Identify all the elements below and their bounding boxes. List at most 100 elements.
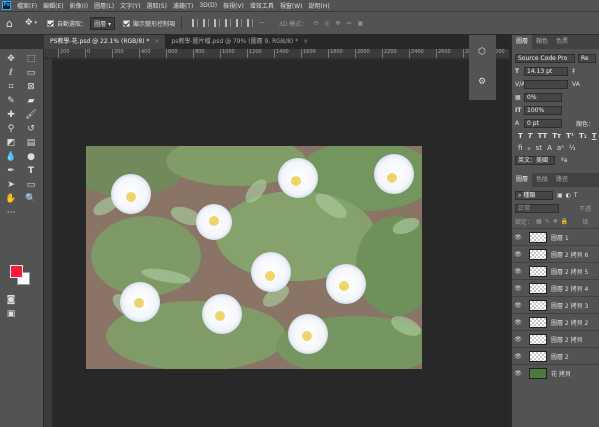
- all-caps-icon[interactable]: TT: [538, 132, 548, 140]
- font-family-field[interactable]: Source Code Pro: [515, 54, 575, 63]
- zoom-tool-icon[interactable]: 🔍: [24, 192, 38, 206]
- layer-row[interactable]: 👁 圖層 2 拷貝 6: [512, 245, 599, 262]
- small-caps-icon[interactable]: Tт: [552, 132, 561, 140]
- tab-layers[interactable]: 圖層: [512, 173, 533, 187]
- crop-tool-icon[interactable]: ⌗: [4, 80, 18, 94]
- document-canvas[interactable]: [86, 146, 422, 369]
- lasso-tool-icon[interactable]: ℓ: [4, 66, 18, 80]
- align-center-icon[interactable]: [203, 19, 210, 27]
- font-size-field[interactable]: 14.13 pt: [524, 67, 568, 76]
- tab-channels[interactable]: 色版: [532, 173, 552, 187]
- menu-layer[interactable]: 圖層(L): [91, 1, 117, 10]
- 3d-orbit-icon[interactable]: ⟲: [313, 20, 318, 27]
- superscript-icon[interactable]: T¹: [566, 132, 574, 140]
- history-brush-icon[interactable]: ↺: [24, 122, 38, 136]
- tab-color[interactable]: 顏色: [532, 35, 552, 49]
- visibility-eye-icon[interactable]: 👁: [512, 268, 524, 275]
- auto-select-dropdown[interactable]: 圖層 ▾: [90, 16, 115, 30]
- home-icon[interactable]: ⌂: [6, 17, 13, 30]
- properties-panel-icon[interactable]: ⚙: [475, 75, 489, 89]
- brush-tool-icon[interactable]: 🖌: [24, 108, 38, 122]
- layer-row[interactable]: 👁 圖層 2 拷貝 4: [512, 279, 599, 296]
- pen-tool-icon[interactable]: ✒: [4, 164, 18, 178]
- visibility-eye-icon[interactable]: 👁: [512, 285, 524, 292]
- menu-window[interactable]: 視窗(W): [277, 1, 306, 10]
- menu-image[interactable]: 影像(I): [67, 1, 91, 10]
- artboard-tool-icon[interactable]: ⬚: [24, 52, 38, 66]
- show-transform-checkbox[interactable]: 顯示變形控制項: [123, 19, 175, 28]
- layer-row[interactable]: 👁 圖層 2 拷貝 3: [512, 296, 599, 313]
- menu-plugins[interactable]: 增效工具: [247, 1, 277, 10]
- clone-stamp-icon[interactable]: ⚲: [4, 122, 18, 136]
- filter-adjust-icon[interactable]: ◐: [566, 192, 571, 199]
- ligature-icon[interactable]: fi: [518, 144, 522, 152]
- layer-row[interactable]: 👁 圖層 2 拷貝 2: [512, 313, 599, 330]
- tab-document-image[interactable]: ps教學-圖片檔.psd @ 79% (圖層 9, RGB/8) * ×: [165, 35, 314, 49]
- filter-image-icon[interactable]: ▣: [557, 192, 563, 199]
- move-tool-icon[interactable]: ✥: [25, 18, 33, 28]
- baseline-field[interactable]: 0 pt: [524, 119, 562, 128]
- close-icon[interactable]: ×: [303, 38, 308, 45]
- blur-tool-icon[interactable]: 💧: [4, 150, 18, 164]
- healing-brush-icon[interactable]: ✚: [4, 108, 18, 122]
- visibility-eye-icon[interactable]: 👁: [512, 336, 524, 343]
- tab-paths[interactable]: 路徑: [552, 173, 572, 187]
- eraser-tool-icon[interactable]: ◩: [4, 136, 18, 150]
- lock-paint-icon[interactable]: ✎: [545, 218, 550, 225]
- kerning-field[interactable]: [524, 80, 568, 89]
- type-tool-icon[interactable]: T: [24, 164, 38, 178]
- vertical-ruler[interactable]: [44, 59, 53, 427]
- menu-edit[interactable]: 編輯(E): [40, 1, 66, 10]
- align-left-icon[interactable]: [192, 19, 199, 27]
- align-bottom-icon[interactable]: [247, 19, 254, 27]
- 3d-roll-icon[interactable]: ◎: [324, 20, 329, 27]
- font-style-field[interactable]: Re: [578, 54, 596, 63]
- visibility-eye-icon[interactable]: 👁: [512, 353, 524, 360]
- swash-icon[interactable]: ℴ: [527, 144, 530, 152]
- more-options-icon[interactable]: ···: [259, 20, 265, 27]
- subscript-icon[interactable]: T₁: [579, 132, 587, 140]
- stylistic-icon[interactable]: st: [536, 144, 542, 152]
- 3d-scale-icon[interactable]: ▣: [357, 20, 363, 27]
- faux-italic-icon[interactable]: T: [528, 132, 533, 140]
- align-top-icon[interactable]: [225, 19, 232, 27]
- titling-icon[interactable]: A: [547, 144, 552, 152]
- tracking-field[interactable]: 0%: [524, 93, 562, 102]
- rectangle-tool-icon[interactable]: ▭: [24, 178, 38, 192]
- marquee-tool-icon[interactable]: ▭: [24, 66, 38, 80]
- more-tools-icon[interactable]: ···: [4, 206, 18, 220]
- menu-help[interactable]: 說明(H): [306, 1, 333, 10]
- menu-select[interactable]: 選取(S): [143, 1, 170, 10]
- underline-icon[interactable]: T: [592, 132, 597, 140]
- dodge-tool-icon[interactable]: ●: [24, 150, 38, 164]
- quick-mask-icon[interactable]: ◙: [4, 293, 18, 307]
- visibility-eye-icon[interactable]: 👁: [512, 251, 524, 258]
- fraction-icon[interactable]: ½: [569, 144, 576, 152]
- visibility-eye-icon[interactable]: 👁: [512, 319, 524, 326]
- lock-position-icon[interactable]: ✥: [553, 218, 558, 225]
- 3d-slide-icon[interactable]: ⇔: [346, 20, 351, 27]
- eyedropper-tool-icon[interactable]: ✎: [4, 94, 18, 108]
- layer-kind-filter[interactable]: ⌕ 種類: [515, 191, 553, 200]
- layer-row[interactable]: 👁 圖層 2: [512, 347, 599, 364]
- layer-row[interactable]: 👁 圖層 1: [512, 228, 599, 245]
- tool-preset-chevron-icon[interactable]: ▾: [35, 20, 38, 26]
- 3d-pan-icon[interactable]: ✥: [335, 20, 340, 27]
- language-dropdown[interactable]: 英文：美國: [515, 156, 555, 165]
- tab-swatches[interactable]: 色票: [552, 35, 572, 49]
- layer-row[interactable]: 👁 花 拷貝: [512, 364, 599, 381]
- tab-layers-top[interactable]: 圖層: [512, 35, 533, 49]
- screen-mode-icon[interactable]: ▣: [4, 307, 18, 321]
- 3d-panel-icon[interactable]: ⬡: [475, 45, 489, 59]
- visibility-eye-icon[interactable]: 👁: [512, 370, 524, 377]
- align-right-icon[interactable]: [214, 19, 221, 27]
- scale-field[interactable]: 100%: [524, 106, 562, 115]
- layer-row[interactable]: 👁 圖層 2 拷貝: [512, 330, 599, 347]
- blend-mode-dropdown[interactable]: 正常: [515, 204, 559, 213]
- menu-view[interactable]: 檢視(V): [220, 1, 247, 10]
- move-tool-icon[interactable]: ✥: [4, 52, 18, 66]
- auto-select-checkbox[interactable]: 自動選取：: [47, 19, 87, 28]
- menu-filter[interactable]: 濾鏡(T): [170, 1, 196, 10]
- tab-document-flower[interactable]: PS教學-花.psd @ 22.1% (RGB/8) * ×: [44, 35, 166, 49]
- lock-all-icon[interactable]: 🔒: [561, 218, 568, 225]
